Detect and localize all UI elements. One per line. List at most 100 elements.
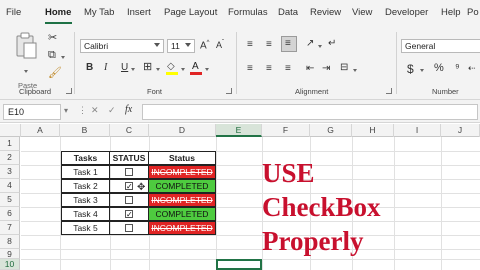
borders-icon[interactable]: ⊞ <box>143 62 152 73</box>
task-checkbox[interactable] <box>125 196 133 204</box>
font-size-dropdown[interactable]: 11 <box>167 39 195 53</box>
format-painter-icon[interactable]: 🖌 <box>48 68 62 79</box>
font-name-dropdown[interactable]: Calibri <box>80 39 164 53</box>
column-header[interactable]: H <box>352 124 394 137</box>
row-header[interactable]: 9 <box>0 249 20 259</box>
formula-input[interactable] <box>142 104 478 120</box>
increase-font-size-icon[interactable]: A^ <box>200 40 210 51</box>
column-header[interactable]: J <box>441 124 480 137</box>
task-cell[interactable]: Task 1 <box>61 165 110 179</box>
active-cell[interactable] <box>216 259 262 270</box>
italic-button[interactable]: I <box>104 63 107 73</box>
task-checkbox-checked[interactable]: ✓ <box>125 182 133 191</box>
column-header[interactable]: C <box>110 124 149 137</box>
checkbox-cell[interactable] <box>109 221 149 235</box>
borders-dropdown-caret[interactable] <box>156 68 160 71</box>
paste-button[interactable] <box>13 32 39 62</box>
name-box-chevron-down-icon[interactable]: ▾ <box>64 107 68 115</box>
paste-dropdown-caret[interactable] <box>24 70 28 73</box>
status-cell[interactable]: INCOMPLETED <box>148 193 216 207</box>
checkbox-cell[interactable]: ✓ <box>109 207 149 221</box>
header-status[interactable]: Status <box>148 151 216 165</box>
merge-center-icon[interactable]: ⊟ <box>340 63 348 73</box>
decrease-font-size-icon[interactable]: Aˇ <box>216 40 224 50</box>
tab-help[interactable]: Help <box>441 7 461 18</box>
tab-power-pivot[interactable]: Po <box>467 7 479 18</box>
tab-insert[interactable]: Insert <box>127 7 151 18</box>
status-cell[interactable]: COMPLETED <box>148 207 216 221</box>
column-header[interactable]: B <box>60 124 110 137</box>
currency-dropdown-caret[interactable] <box>420 69 424 72</box>
column-header[interactable]: G <box>310 124 352 137</box>
status-cell[interactable]: INCOMPLETED <box>148 165 216 179</box>
tab-view[interactable]: View <box>352 7 372 18</box>
font-color-icon[interactable]: A <box>190 61 202 75</box>
tab-my-tab[interactable]: My Tab <box>84 7 114 18</box>
align-right-icon[interactable]: ≡ <box>285 64 291 74</box>
status-cell[interactable]: INCOMPLETED <box>148 221 216 235</box>
decrease-indent-icon[interactable]: ⇤ <box>306 64 314 74</box>
task-cell[interactable]: Task 3 <box>61 193 110 207</box>
row-header[interactable]: 4 <box>0 179 20 193</box>
column-header[interactable]: F <box>262 124 310 137</box>
fill-color-icon[interactable]: ◇ <box>166 61 178 75</box>
middle-align-icon[interactable]: ≡ <box>266 40 272 50</box>
row-header[interactable]: 2 <box>0 151 20 165</box>
copy-icon[interactable]: ⧉ <box>48 50 56 61</box>
fill-color-dropdown-caret[interactable] <box>181 68 185 71</box>
row-header-selected[interactable]: 10 <box>0 259 20 270</box>
status-cell[interactable]: COMPLETED <box>148 179 216 193</box>
column-header[interactable]: I <box>394 124 441 137</box>
tab-page-layout[interactable]: Page Layout <box>164 7 217 18</box>
tab-data[interactable]: Data <box>278 7 298 18</box>
name-box[interactable]: E10 <box>3 104 61 120</box>
increase-indent-icon[interactable]: ⇥ <box>322 64 330 74</box>
merge-dropdown-caret[interactable] <box>353 69 357 72</box>
task-checkbox[interactable] <box>125 224 133 232</box>
tab-review[interactable]: Review <box>310 7 341 18</box>
column-header-selected[interactable]: E <box>216 124 262 137</box>
checkbox-cell[interactable] <box>109 193 149 207</box>
bold-button[interactable]: B <box>86 63 93 73</box>
underline-button[interactable]: U <box>121 63 128 73</box>
header-tasks[interactable]: Tasks <box>61 151 110 165</box>
tab-developer[interactable]: Developer <box>385 7 428 18</box>
cancel-icon[interactable]: ✕ <box>91 106 99 115</box>
row-header[interactable]: 8 <box>0 235 20 249</box>
orientation-dropdown-caret[interactable] <box>318 45 322 48</box>
row-header[interactable]: 7 <box>0 221 20 235</box>
column-header[interactable]: A <box>21 124 60 137</box>
currency-button[interactable]: $ <box>407 63 414 75</box>
comma-style-icon[interactable]: ⁹ <box>455 63 460 74</box>
task-cell[interactable]: Task 2 <box>61 179 110 193</box>
tab-file[interactable]: File <box>6 7 21 18</box>
wrap-text-icon[interactable]: ↵ <box>328 39 336 49</box>
task-checkbox[interactable] <box>125 168 133 176</box>
align-left-icon[interactable]: ≡ <box>247 64 253 74</box>
header-status-checkbox[interactable]: STATUS <box>109 151 149 165</box>
align-center-icon[interactable]: ≡ <box>266 64 272 74</box>
alignment-launcher-icon[interactable] <box>386 88 392 94</box>
font-launcher-icon[interactable] <box>226 88 232 94</box>
increase-decimal-icon[interactable]: ⇠ <box>468 64 476 73</box>
task-cell[interactable]: Task 5 <box>61 221 110 235</box>
percent-button[interactable]: % <box>434 63 444 74</box>
row-header[interactable]: 3 <box>0 165 20 179</box>
tab-home[interactable]: Home <box>45 7 71 18</box>
top-align-icon[interactable]: ≡ <box>247 40 253 50</box>
number-format-dropdown[interactable]: General <box>401 39 480 53</box>
tab-formulas[interactable]: Formulas <box>228 7 268 18</box>
font-color-dropdown-caret[interactable] <box>205 68 209 71</box>
checkbox-cell[interactable] <box>109 165 149 179</box>
task-cell[interactable]: Task 4 <box>61 207 110 221</box>
copy-dropdown-caret[interactable] <box>61 56 65 59</box>
task-checkbox-checked[interactable]: ✓ <box>125 210 133 219</box>
select-all-corner[interactable] <box>0 124 21 137</box>
row-header[interactable]: 6 <box>0 207 20 221</box>
column-header[interactable]: D <box>149 124 216 137</box>
clipboard-launcher-icon[interactable] <box>66 88 72 94</box>
cut-icon[interactable]: ✂ <box>48 33 57 44</box>
bottom-align-button[interactable]: ≡ <box>281 36 297 52</box>
underline-dropdown-caret[interactable] <box>131 68 135 71</box>
enter-icon[interactable]: ✓ <box>108 106 116 115</box>
